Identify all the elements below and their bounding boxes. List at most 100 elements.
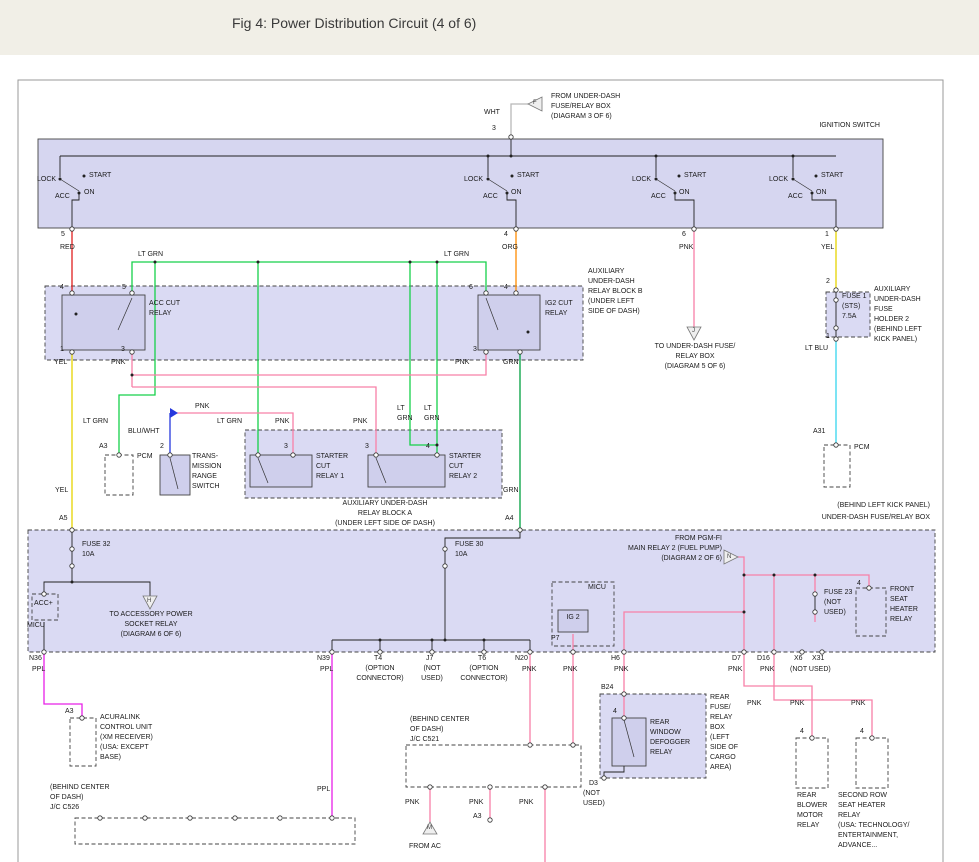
wire-color-label: PPL — [317, 785, 330, 795]
wire-color-label: WHT — [484, 108, 500, 118]
rear-defogger-relay-box — [612, 718, 646, 766]
pin-label: A5 — [59, 514, 68, 524]
terminal — [484, 350, 488, 354]
terminal — [867, 586, 871, 590]
terminal — [117, 453, 121, 457]
switch-label-acc: ACC — [788, 192, 803, 202]
pin-label: 5 — [122, 283, 126, 293]
pin-label: 5 — [61, 230, 65, 240]
label-rear-blower: REAR BLOWER MOTOR RELAY — [797, 791, 827, 831]
terminal — [484, 291, 488, 295]
pin-label: D7 — [732, 654, 741, 664]
switch-label-acc: ACC — [55, 192, 70, 202]
junction-dot — [436, 261, 439, 264]
terminal — [233, 816, 237, 820]
junction-dot — [674, 192, 677, 195]
junction-dot — [678, 175, 681, 178]
switch-label-start: START — [684, 171, 706, 181]
pin-label: 4 — [800, 727, 804, 737]
wire-color-label: ORG — [502, 243, 518, 253]
label-behind-kick-panel: (BEHIND LEFT KICK PANEL) — [790, 501, 930, 511]
pin-label: 3 — [284, 442, 288, 452]
label-pcm: PCM — [137, 452, 153, 462]
junction-dot — [506, 192, 509, 195]
wire-color-label: GRN — [503, 358, 519, 368]
pin-label: 4 — [504, 230, 508, 240]
connector-letter-j: J — [692, 328, 695, 335]
pin-label: 4 — [504, 283, 508, 293]
pin-label: A31 — [813, 427, 825, 437]
wire-color-label: PNK — [469, 798, 483, 808]
terminal — [70, 564, 74, 568]
junction-dot — [814, 574, 817, 577]
label-not-used: (NOT USED) — [419, 664, 445, 684]
terminal — [742, 650, 746, 654]
terminal — [834, 227, 838, 231]
wire-color-label: BLU/WHT — [128, 427, 160, 437]
terminal — [130, 350, 134, 354]
label-fuse-holder2: AUXILIARY UNDER-DASH FUSE HOLDER 2 (BEHI… — [874, 285, 922, 345]
terminal — [143, 816, 147, 820]
switch-label-acc: ACC — [651, 192, 666, 202]
pin-label: D3 — [589, 779, 598, 789]
label-acc-plus: ACC+ — [34, 599, 53, 609]
terminal — [571, 650, 575, 654]
junction-dot — [71, 581, 74, 584]
wire-color-label: PNK — [760, 665, 774, 675]
junction-dot — [431, 639, 434, 642]
pin-label: B24 — [601, 683, 613, 693]
terminal — [70, 350, 74, 354]
pin-label: N36 — [29, 654, 42, 664]
switch-label-on: ON — [679, 188, 690, 198]
label-jc-c526: (BEHIND CENTER OF DASH) J/C C526 — [50, 783, 110, 813]
wire-color-label: PNK — [790, 699, 804, 709]
terminal — [256, 453, 260, 457]
pin-label: X6 — [794, 654, 803, 664]
wire-color-label: PPL — [320, 665, 333, 675]
wire-color-label: RED — [60, 243, 75, 253]
pin-label: H6 — [611, 654, 620, 664]
terminal — [80, 716, 84, 720]
terminal — [834, 288, 838, 292]
label-to-diagram5: TO UNDER-DASH FUSE/ RELAY BOX (DIAGRAM 5… — [630, 342, 760, 372]
switch-label-on: ON — [816, 188, 827, 198]
wire-color-label: PNK — [275, 417, 289, 427]
wire-color-label: PNK — [195, 402, 209, 412]
label-fuse30: FUSE 30 10A — [455, 540, 483, 560]
wire-color-label: YEL — [54, 358, 67, 368]
label-option-connector: (OPTION CONNECTOR) — [460, 664, 508, 684]
starter-cut-relay-2-box — [368, 455, 445, 487]
switch-label-lock: LOCK — [632, 175, 651, 185]
ig2-cut-relay-box — [478, 295, 540, 350]
junction-dot — [83, 175, 86, 178]
label-micu: MICU — [27, 621, 45, 631]
terminal — [70, 528, 74, 532]
terminal — [514, 227, 518, 231]
terminal — [509, 135, 513, 139]
wire-color-label: PNK — [614, 665, 628, 675]
junction-dot — [75, 313, 78, 316]
terminal — [488, 818, 492, 822]
wire-color-label: PNK — [405, 798, 419, 808]
terminal — [42, 592, 46, 596]
switch-label-lock: LOCK — [37, 175, 56, 185]
junction-dot — [409, 261, 412, 264]
label-acuralink: ACURALINK CONTROL UNIT (XM RECEIVER) (US… — [100, 713, 153, 763]
terminal — [168, 453, 172, 457]
label-ignition-switch: IGNITION SWITCH — [800, 121, 880, 131]
terminal — [528, 650, 532, 654]
wire-color-label: LT GRN — [444, 250, 469, 260]
wire-color-label: YEL — [55, 486, 68, 496]
pin-label: 4 — [60, 283, 64, 293]
switch-label-start: START — [821, 171, 843, 181]
wire-color-label: PNK — [111, 358, 125, 368]
pin-label: A3 — [99, 442, 108, 452]
terminal — [374, 453, 378, 457]
terminal — [528, 743, 532, 747]
label-from-pgmfi: FROM PGM-FI MAIN RELAY 2 (FUEL PUMP) (DI… — [604, 534, 722, 564]
switch-label-acc: ACC — [483, 192, 498, 202]
junction-dot — [59, 178, 62, 181]
terminal — [443, 547, 447, 551]
pin-label: 2 — [826, 277, 830, 287]
switch-label-start: START — [517, 171, 539, 181]
